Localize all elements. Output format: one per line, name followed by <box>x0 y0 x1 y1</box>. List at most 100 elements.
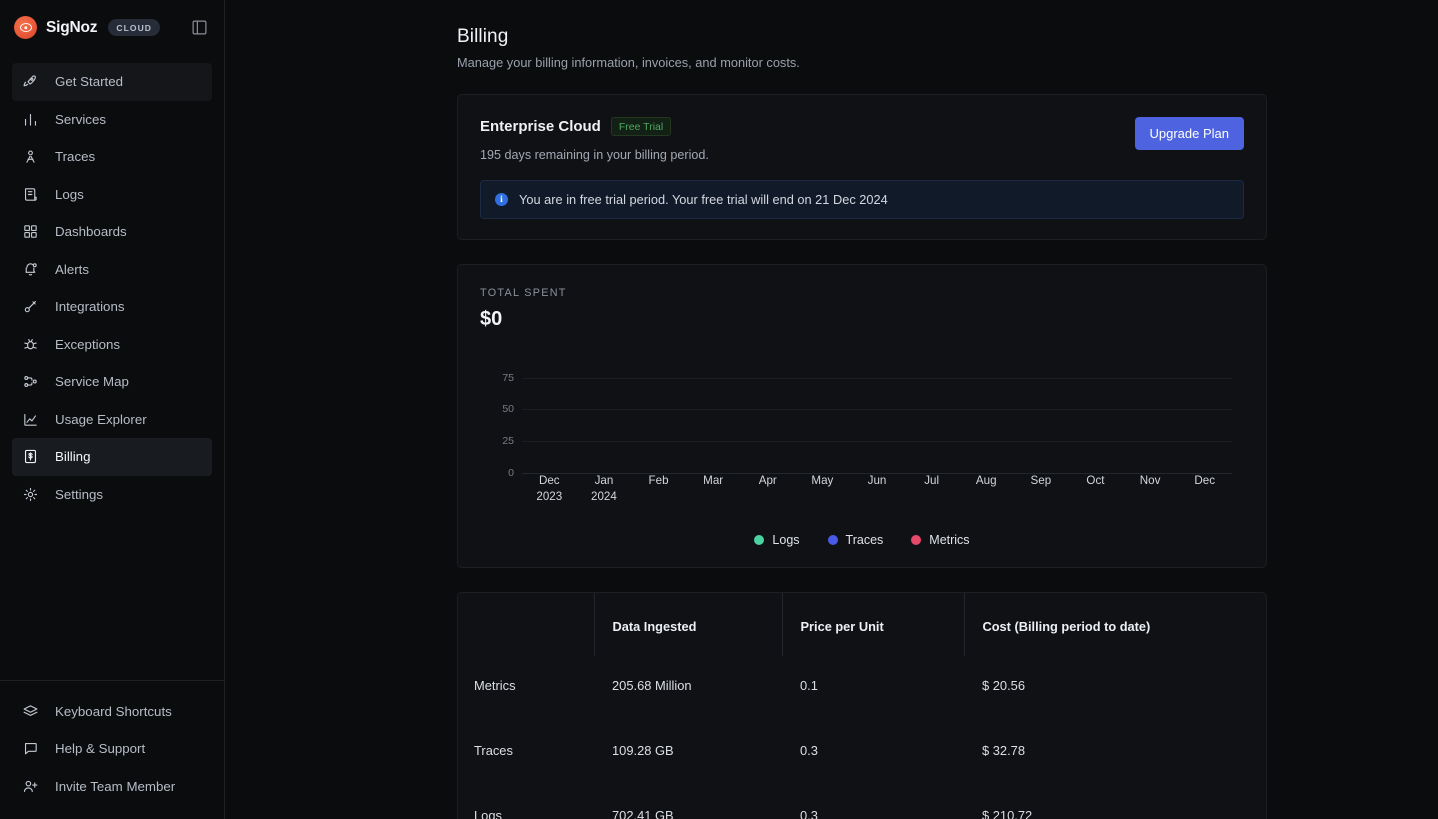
sidebar-item-service-map[interactable]: Service Map <box>12 363 212 401</box>
cell-cost: $ 32.78 <box>982 743 1026 758</box>
col-header-cost: Cost (Billing period to date) <box>963 593 1266 656</box>
legend-color-swatch <box>754 535 765 545</box>
chart-x-tick-label: Jul <box>924 474 940 487</box>
legend-color-swatch <box>911 535 922 545</box>
col-header-price-per-unit: Price per Unit <box>781 593 964 656</box>
sidebar-item-label: Invite Team Member <box>55 778 176 794</box>
bug-icon <box>22 336 39 353</box>
sidebar-item-alerts[interactable]: Alerts <box>12 251 212 289</box>
plan-name: Enterprise Cloud <box>480 118 601 135</box>
sidebar-item-label: Logs <box>55 186 84 202</box>
sidebar-item-label: Integrations <box>55 299 125 315</box>
usage-table-head: Data Ingested Price per Unit Cost (Billi… <box>458 593 1266 656</box>
table-row: Metrics 205.68 Million 0.1 $ 20.56 <box>458 656 1266 721</box>
sidebar-footer: Keyboard Shortcuts Help & Support Invite T… <box>0 679 224 819</box>
sidebar-item-label: Get Started <box>55 74 123 90</box>
cell-price-per-unit: 0.3 <box>800 808 818 819</box>
cell-name: Traces <box>474 743 513 758</box>
receipt-dollar-icon <box>22 448 39 465</box>
upgrade-plan-button[interactable]: Upgrade Plan <box>1134 117 1244 150</box>
chart-legend: Logs Traces Metrics <box>480 533 1244 547</box>
chart-x-tick-label: Dec 2023 <box>536 474 563 503</box>
legend-label: Logs <box>772 533 800 547</box>
bar-chart-icon <box>22 111 39 128</box>
chart-gridline <box>522 409 1232 411</box>
legend-color-swatch <box>827 535 838 545</box>
page-title: Billing <box>457 26 509 47</box>
free-trial-alert-text: You are in free trial period. Your free … <box>519 192 888 207</box>
total-spent-card: TOTAL SPENT $0 0 25 50 75 Dec 2023 Jan 2024 Feb… <box>457 264 1267 568</box>
info-icon: i <box>495 193 508 206</box>
table-header-row: Data Ingested Price per Unit Cost (Billi… <box>458 593 1266 656</box>
brand-name: SigNoz <box>46 18 98 36</box>
usage-table: Data Ingested Price per Unit Cost (Billi… <box>458 593 1266 819</box>
cell-price-per-unit: 0.1 <box>800 678 818 693</box>
sidebar-item-exceptions[interactable]: Exceptions <box>12 326 212 364</box>
plan-card: Enterprise Cloud Free Trial 195 days rem… <box>457 94 1267 240</box>
signoz-eye-logo-icon <box>14 16 37 39</box>
cell-name: Logs <box>474 808 502 819</box>
legend-item-logs[interactable]: Logs <box>754 533 800 547</box>
cell-cost: $ 210.72 <box>982 808 1033 819</box>
chart-y-tick-label: 25 <box>502 435 514 448</box>
sidebar-item-services[interactable]: Services <box>12 101 212 139</box>
legend-label: Metrics <box>929 533 970 547</box>
sidebar-item-logs[interactable]: Logs <box>12 176 212 214</box>
sidebar: SigNoz CLOUD Get Started Services Traces Lo… <box>0 0 225 819</box>
sidebar-item-label: Alerts <box>55 261 89 277</box>
chart-x-tick-label: May <box>811 474 834 487</box>
chart-plot-area: 0 25 50 75 <box>502 365 1232 479</box>
chart-x-axis: Dec 2023 Jan 2024 Feb Mar Apr May Jun Jul Aug Sep Oc… <box>522 473 1232 503</box>
sidebar-item-label: Help & Support <box>55 741 146 757</box>
sidebar-item-integrations[interactable]: Integrations <box>12 288 212 326</box>
service-map-icon <box>22 373 39 390</box>
free-trial-alert: i You are in free trial period. Your fre… <box>480 180 1244 219</box>
table-row: Traces 109.28 GB 0.3 $ 32.78 <box>458 721 1266 786</box>
sidebar-item-billing[interactable]: Billing <box>12 438 212 476</box>
chart-y-tick-label: 75 <box>502 371 514 384</box>
sidebar-item-label: Exceptions <box>55 336 121 352</box>
cell-price-per-unit: 0.3 <box>800 743 818 758</box>
chart-x-tick-label: Oct <box>1086 474 1105 487</box>
sidebar-item-label: Service Map <box>55 374 129 390</box>
sidebar-toggle-icon[interactable] <box>191 19 208 36</box>
sidebar-item-invite-team-member[interactable]: Invite Team Member <box>12 768 212 806</box>
chart-bars <box>522 365 1232 473</box>
chart-x-tick-label: Aug <box>975 474 997 487</box>
legend-item-traces[interactable]: Traces <box>827 533 883 547</box>
col-header-name <box>458 593 594 656</box>
message-icon <box>22 740 39 757</box>
total-spent-value: $0 <box>480 308 503 330</box>
sidebar-item-settings[interactable]: Settings <box>12 476 212 514</box>
legend-item-metrics[interactable]: Metrics <box>911 533 970 547</box>
sidebar-item-get-started[interactable]: Get Started <box>12 63 212 101</box>
cloud-badge: CLOUD <box>108 19 161 36</box>
gear-icon <box>22 486 39 503</box>
cell-data-ingested: 205.68 Million <box>612 678 692 693</box>
table-row: Logs 702.41 GB 0.3 $ 210.72 <box>458 786 1266 819</box>
sidebar-item-usage-explorer[interactable]: Usage Explorer <box>12 401 212 439</box>
app-root: SigNoz CLOUD Get Started Services Traces Lo… <box>0 0 1438 819</box>
status-badge: Free Trial <box>610 117 672 136</box>
cell-name: Metrics <box>474 678 516 693</box>
main-content: Billing Manage your billing information,… <box>225 0 1438 819</box>
sidebar-item-keyboard-shortcuts[interactable]: Keyboard Shortcuts <box>12 693 212 731</box>
chart-x-tick-label: Dec <box>1194 474 1215 487</box>
grid-icon <box>22 223 39 240</box>
sidebar-item-label: Settings <box>55 486 104 502</box>
bell-icon <box>22 261 39 278</box>
sidebar-item-traces[interactable]: Traces <box>12 138 212 176</box>
sidebar-nav: Get Started Services Traces Logs Dashboards A… <box>0 55 224 513</box>
page-subtitle: Manage your billing information, invoice… <box>457 55 800 70</box>
sidebar-item-help-support[interactable]: Help & Support <box>12 730 212 768</box>
col-header-data-ingested: Data Ingested <box>593 593 782 656</box>
sidebar-item-dashboards[interactable]: Dashboards <box>12 213 212 251</box>
total-spent-label: TOTAL SPENT <box>480 287 567 299</box>
chart-gridline <box>522 441 1232 443</box>
usage-table-card: Data Ingested Price per Unit Cost (Billi… <box>457 592 1267 819</box>
logs-icon <box>22 186 39 203</box>
usage-chart: 0 25 50 75 Dec 2023 Jan 2024 Feb Mar Apr May Jun Jul… <box>480 365 1244 503</box>
cell-data-ingested: 702.41 GB <box>612 808 674 819</box>
usage-table-body: Metrics 205.68 Million 0.1 $ 20.56 Traces 109… <box>458 656 1266 819</box>
sidebar-item-label: Keyboard Shortcuts <box>55 703 172 719</box>
